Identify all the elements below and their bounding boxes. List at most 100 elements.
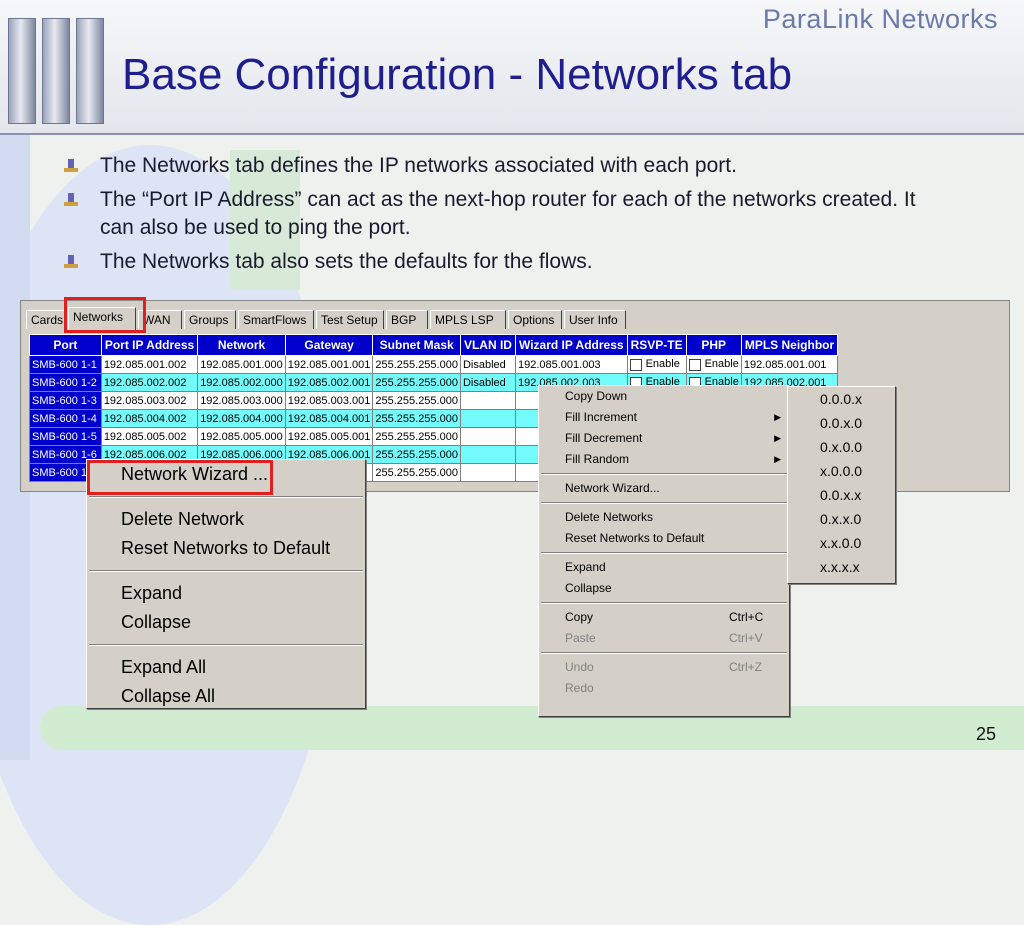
tab-bgp[interactable]: BGP <box>386 310 428 329</box>
menu-item-undo: Undo Ctrl+Z <box>539 657 789 678</box>
table-cell[interactable]: 255.255.255.000 <box>372 409 461 428</box>
table-cell[interactable]: 192.085.005.001 <box>284 427 374 446</box>
submenu-item[interactable]: 0.x.x.0 <box>788 507 895 531</box>
table-cell[interactable]: 255.255.255.000 <box>372 445 461 464</box>
table-cell[interactable]: 192.085.002.000 <box>197 373 286 392</box>
logo <box>8 18 104 126</box>
submenu-item[interactable]: x.x.x.x <box>788 555 895 579</box>
menu-item-fill-decrement[interactable]: Fill Decrement ▶ <box>539 428 789 449</box>
submenu-arrow-icon: ▶ <box>774 454 781 464</box>
column-header[interactable]: VLAN ID <box>459 334 516 356</box>
tab-test-setup[interactable]: Test Setup <box>316 310 384 329</box>
table-cell[interactable]: 192.085.002.002 <box>100 373 199 392</box>
menu-item-fill-random[interactable]: Fill Random ▶ <box>539 449 789 470</box>
table-cell[interactable]: 192.085.005.002 <box>100 427 199 446</box>
menu-item-delete-network[interactable]: Delete Network <box>87 505 365 534</box>
table-cell[interactable]: Enable <box>685 355 742 374</box>
table-cell[interactable]: 192.085.005.000 <box>197 427 286 446</box>
menu-item-expand[interactable]: Expand <box>539 557 789 578</box>
table-cell[interactable]: 192.085.001.002 <box>100 355 199 374</box>
slide-header: ParaLink Networks Base Configuration - N… <box>0 0 1024 135</box>
tab-mpls-lsp[interactable]: MPLS LSP <box>430 310 506 329</box>
menu-item-copy[interactable]: Copy Ctrl+C <box>539 607 789 628</box>
checkbox[interactable] <box>688 358 701 371</box>
checkbox[interactable] <box>629 358 642 371</box>
menu-item-reset-networks-to-default[interactable]: Reset Networks to Default <box>539 528 789 549</box>
menu-item-fill-increment[interactable]: Fill Increment ▶ <box>539 407 789 428</box>
tab-user-info[interactable]: User Info <box>564 310 626 329</box>
column-header[interactable]: Network <box>197 334 286 356</box>
column-header[interactable]: Wizard IP Address <box>514 334 628 356</box>
port-cell[interactable]: SMB-600 1-2 <box>29 373 102 392</box>
table-cell[interactable]: 192.085.001.000 <box>197 355 286 374</box>
submenu-item[interactable]: 0.x.0.0 <box>788 435 895 459</box>
table-cell[interactable]: 192.085.004.001 <box>284 409 374 428</box>
table-cell[interactable] <box>459 463 516 482</box>
brand-name: ParaLink Networks <box>762 4 998 34</box>
port-cell[interactable]: SMB-600 1-4 <box>29 409 102 428</box>
menu-item-collapse[interactable]: Collapse <box>87 608 365 637</box>
port-cell[interactable]: SMB-600 1-5 <box>29 427 102 446</box>
table-cell[interactable]: 192.085.003.000 <box>197 391 286 410</box>
table-cell[interactable]: 255.255.255.000 <box>372 391 461 410</box>
table-cell[interactable]: 192.085.001.001 <box>740 355 839 374</box>
menu-item-shortcut: Ctrl+C <box>729 610 764 624</box>
column-header[interactable]: RSVP-TE <box>626 334 687 356</box>
table-cell[interactable]: 255.255.255.000 <box>372 463 461 482</box>
menu-item-copy-down[interactable]: Copy Down <box>539 386 789 407</box>
menu-item-label: Collapse All <box>121 686 216 706</box>
table-cell[interactable]: Enable <box>626 355 687 374</box>
column-header[interactable]: PHP <box>685 334 742 356</box>
table-cell[interactable]: 255.255.255.000 <box>372 373 461 392</box>
tab-options[interactable]: Options <box>508 310 562 329</box>
table-cell[interactable] <box>459 391 516 410</box>
table-cell[interactable]: 192.085.001.001 <box>284 355 374 374</box>
menu-item-expand[interactable]: Expand <box>87 579 365 608</box>
table-cell[interactable] <box>459 445 516 464</box>
menu-separator <box>541 602 787 604</box>
table-cell[interactable]: 192.085.003.001 <box>284 391 374 410</box>
menu-item-label: Copy <box>565 610 594 624</box>
table-cell[interactable] <box>459 409 516 428</box>
menu-item-label: Fill Decrement <box>565 431 643 445</box>
table-cell[interactable]: 192.085.003.002 <box>100 391 199 410</box>
submenu-arrow-icon: ▶ <box>774 433 781 443</box>
submenu-item[interactable]: 0.0.x.0 <box>788 411 895 435</box>
submenu-item[interactable]: x.0.0.0 <box>788 459 895 483</box>
table-cell[interactable]: 255.255.255.000 <box>372 355 461 374</box>
submenu-item[interactable]: 0.0.0.x <box>788 387 895 411</box>
bullet-icon <box>64 193 78 207</box>
menu-item-reset-networks-to-default[interactable]: Reset Networks to Default <box>87 534 365 563</box>
column-header[interactable]: Port IP Address <box>100 334 199 356</box>
column-header[interactable]: Subnet Mask <box>372 334 461 356</box>
menu-item-label: Paste <box>565 631 596 645</box>
column-header[interactable]: Port <box>29 334 102 356</box>
table-row[interactable]: SMB-600 1-1 192.085.001.002 192.085.001.00… <box>29 355 839 374</box>
table-cell[interactable]: 192.085.001.003 <box>514 355 628 374</box>
menu-item-collapse-all[interactable]: Collapse All <box>87 682 365 711</box>
slide-title: Base Configuration - Networks tab <box>122 50 793 99</box>
port-cell[interactable]: SMB-600 1-3 <box>29 391 102 410</box>
port-cell[interactable]: SMB-600 1-1 <box>29 355 102 374</box>
column-header[interactable]: Gateway <box>284 334 374 356</box>
submenu-item[interactable]: x.x.0.0 <box>788 531 895 555</box>
menu-item-expand-all[interactable]: Expand All <box>87 653 365 682</box>
table-cell[interactable] <box>459 427 516 446</box>
background-footer-band <box>40 706 1024 750</box>
column-header[interactable]: MPLS Neighbor <box>740 334 839 356</box>
table-cell[interactable]: 192.085.004.000 <box>197 409 286 428</box>
menu-separator <box>541 502 787 504</box>
submenu-item[interactable]: 0.0.x.x <box>788 483 895 507</box>
tab-smartflows[interactable]: SmartFlows <box>238 310 314 329</box>
table-cell[interactable]: Disabled <box>459 355 516 374</box>
checkbox-label: Enable <box>645 358 680 371</box>
table-cell[interactable]: 192.085.002.001 <box>284 373 374 392</box>
table-cell[interactable]: 192.085.004.002 <box>100 409 199 428</box>
table-cell[interactable]: Disabled <box>459 373 516 392</box>
tab-groups[interactable]: Groups <box>184 310 236 329</box>
menu-item-network-wizard[interactable]: Network Wizard... <box>539 478 789 499</box>
menu-item-collapse[interactable]: Collapse <box>539 578 789 599</box>
menu-item-delete-networks[interactable]: Delete Networks <box>539 507 789 528</box>
tab-cards[interactable]: Cards <box>26 310 66 329</box>
table-cell[interactable]: 255.255.255.000 <box>372 427 461 446</box>
